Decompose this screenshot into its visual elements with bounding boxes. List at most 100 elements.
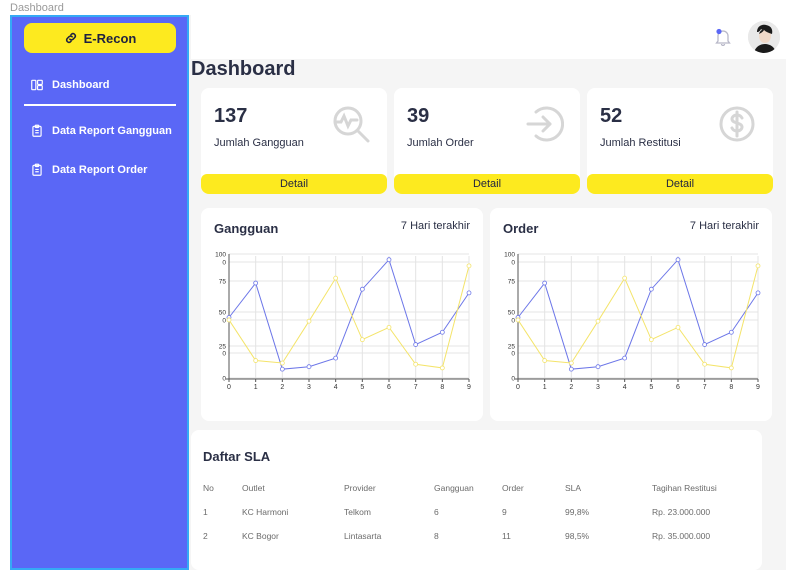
chart-card-order: Order 7 Hari terakhir 100 0 75 50 0 25 0 0 0 1 2 3 4… bbox=[490, 208, 772, 421]
detail-button[interactable]: Detail bbox=[201, 174, 387, 194]
y-tick-label: 0 bbox=[511, 376, 515, 383]
stat-card-restitusi: 52 Jumlah Restitusi Detail bbox=[587, 88, 773, 194]
y-tick-label: 0 bbox=[222, 318, 226, 325]
data-point bbox=[622, 275, 628, 281]
data-point bbox=[386, 324, 392, 330]
data-point bbox=[279, 360, 285, 366]
x-tick-label: 2 bbox=[569, 384, 573, 391]
data-point bbox=[595, 318, 601, 324]
y-tick-label: 100 bbox=[215, 252, 226, 259]
x-tick-label: 4 bbox=[334, 384, 338, 391]
stat-label: Jumlah Order bbox=[407, 137, 474, 149]
sla-table: No Outlet Provider Gangguan Order SLA Ta… bbox=[191, 476, 762, 548]
bell-icon[interactable] bbox=[715, 28, 731, 46]
table-row[interactable]: 1 KC Harmoni Telkom 6 9 99,8% Rp. 23.000… bbox=[191, 500, 762, 524]
y-tick-label: 0 bbox=[222, 376, 226, 383]
data-point bbox=[439, 365, 445, 371]
x-tick-label: 3 bbox=[307, 384, 311, 391]
data-point bbox=[466, 263, 472, 269]
page-title: Dashboard bbox=[191, 58, 296, 80]
layout-icon bbox=[31, 79, 43, 91]
table-cell: KC Bogor bbox=[242, 531, 279, 541]
table-cell: Lintasarta bbox=[344, 531, 382, 541]
data-point bbox=[622, 355, 628, 361]
table-header-row: No Outlet Provider Gangguan Order SLA Ta… bbox=[191, 476, 762, 500]
y-tick-label: 0 bbox=[511, 318, 515, 325]
column-header: Tagihan Restitusi bbox=[652, 483, 717, 493]
table-cell: 8 bbox=[434, 531, 439, 541]
data-point bbox=[728, 329, 734, 335]
data-point bbox=[542, 358, 548, 363]
user-portrait-icon bbox=[748, 21, 780, 53]
data-point bbox=[675, 324, 681, 330]
x-tick-label: 8 bbox=[729, 384, 733, 391]
data-point bbox=[279, 366, 285, 372]
column-header: SLA bbox=[565, 483, 582, 493]
table-cell: Rp. 23.000.000 bbox=[652, 507, 711, 517]
table-cell: 98,5% bbox=[565, 531, 590, 541]
data-point bbox=[568, 366, 574, 372]
detail-button[interactable]: Detail bbox=[394, 174, 580, 194]
line-chart-gangguan: 10007550025000 1 2 3 4 5 6 7 8 9 bbox=[215, 252, 472, 391]
stat-label: Jumlah Restitusi bbox=[600, 137, 681, 149]
sidebar: E-Recon Dashboard Data Report Gangguan D… bbox=[10, 15, 189, 570]
data-point bbox=[439, 329, 445, 335]
column-header: Outlet bbox=[242, 483, 265, 493]
x-tick-label: 0 bbox=[227, 384, 231, 391]
x-tick-label: 1 bbox=[543, 384, 547, 391]
x-tick-label: 2 bbox=[280, 384, 284, 391]
clipboard-icon bbox=[32, 124, 42, 137]
y-tick-label: 0 bbox=[222, 351, 226, 358]
y-tick-label: 100 bbox=[504, 252, 515, 259]
table-cell: KC Harmoni bbox=[242, 507, 289, 517]
table-cell: 2 bbox=[203, 531, 208, 541]
table-row[interactable]: 2 KC Bogor Lintasarta 8 11 98,5% Rp. 35.… bbox=[191, 524, 762, 548]
table-cell: 9 bbox=[502, 507, 507, 517]
x-tick-label: 0 bbox=[516, 384, 520, 391]
chart-title: Gangguan bbox=[214, 221, 279, 236]
table-cell: Rp. 35.000.000 bbox=[652, 531, 711, 541]
avatar[interactable] bbox=[748, 21, 780, 53]
y-tick-label: 25 bbox=[508, 344, 516, 351]
sidebar-item-data-report-order[interactable]: Data Report Order bbox=[30, 163, 147, 177]
search-pulse-icon bbox=[333, 106, 370, 143]
x-tick-label: 6 bbox=[387, 384, 391, 391]
y-tick-label: 50 bbox=[219, 310, 227, 317]
link-icon bbox=[65, 32, 76, 44]
data-point bbox=[333, 275, 339, 281]
data-point bbox=[253, 358, 259, 363]
data-point bbox=[359, 337, 365, 343]
chart-card-gangguan: Gangguan 7 Hari terakhir 100 0 75 50 0 25 0 0 0 1… bbox=[201, 208, 483, 421]
table-cell: Telkom bbox=[344, 507, 371, 517]
sidebar-item-label: Dashboard bbox=[52, 79, 110, 91]
sidebar-item-label: Data Report Order bbox=[52, 164, 148, 176]
table-cell: 1 bbox=[203, 507, 208, 517]
data-point bbox=[755, 263, 761, 269]
x-tick-label: 3 bbox=[596, 384, 600, 391]
data-point bbox=[333, 355, 339, 361]
chart-range-label[interactable]: 7 Hari terakhir bbox=[690, 220, 759, 232]
y-tick-label: 75 bbox=[508, 279, 516, 286]
sidebar-item-data-report-gangguan[interactable]: Data Report Gangguan bbox=[30, 124, 172, 138]
sidebar-item-label: Data Report Gangguan bbox=[52, 125, 172, 137]
brand-name: E-Recon bbox=[83, 30, 137, 46]
x-tick-label: 1 bbox=[254, 384, 258, 391]
sidebar-active-underline bbox=[24, 104, 176, 106]
y-tick-label: 75 bbox=[219, 279, 227, 286]
column-header: Provider bbox=[344, 483, 376, 493]
data-point bbox=[595, 364, 601, 370]
line-chart-order: 10007550025000 1 2 3 4 5 6 7 8 9 bbox=[504, 252, 761, 391]
y-tick-label: 0 bbox=[511, 260, 515, 267]
chart-range-label[interactable]: 7 Hari terakhir bbox=[401, 220, 470, 232]
x-tick-label: 9 bbox=[756, 384, 760, 391]
data-point bbox=[413, 361, 419, 367]
clipboard-icon bbox=[32, 163, 42, 176]
y-tick-label: 0 bbox=[222, 260, 226, 267]
frame-label: Dashboard bbox=[10, 2, 64, 14]
sidebar-item-dashboard[interactable]: Dashboard bbox=[30, 78, 109, 92]
detail-button[interactable]: Detail bbox=[587, 174, 773, 194]
data-point bbox=[755, 290, 761, 296]
y-tick-label: 0 bbox=[511, 351, 515, 358]
data-point bbox=[648, 286, 654, 292]
brand-button[interactable]: E-Recon bbox=[24, 23, 176, 53]
